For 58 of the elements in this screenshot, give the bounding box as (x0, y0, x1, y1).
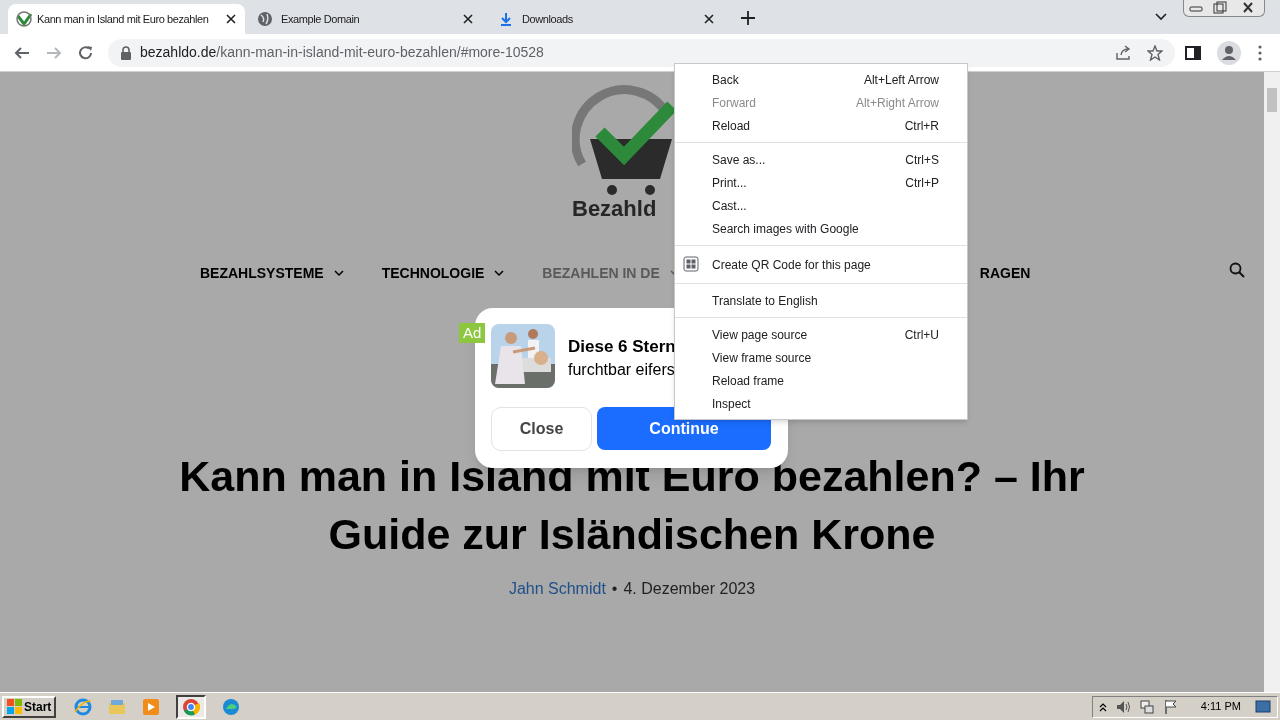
menu-item[interactable]: Save as... Ctrl+S (675, 148, 967, 171)
search-icon[interactable] (1229, 262, 1245, 278)
browser-tab[interactable]: Kann man in Island mit Euro bezahlen (8, 4, 245, 34)
lock-icon (120, 45, 132, 60)
tab-title: Kann man in Island mit Euro bezahlen (37, 11, 209, 27)
logo-text: Bezahld (572, 195, 658, 223)
browser-tab[interactable]: Example Domain (245, 4, 486, 34)
scrollbar[interactable] (1264, 72, 1280, 692)
menu-item[interactable]: Reload Ctrl+R (675, 114, 967, 137)
tab-title: Example Domain (281, 11, 360, 27)
menu-item[interactable]: Cast... (675, 194, 967, 217)
qr-code-icon (683, 256, 699, 272)
nav-link[interactable]: BEZAHLSYSTEME (200, 262, 344, 284)
chrome-icon (182, 697, 201, 716)
close-icon[interactable] (225, 13, 237, 25)
author-link[interactable]: Jahn Schmidt (508, 577, 606, 601)
browser-tab[interactable]: Downloads (486, 4, 727, 34)
side-panel-icon[interactable] (1185, 44, 1201, 61)
flag-icon[interactable] (1162, 698, 1179, 715)
menu-item[interactable]: Create QR Code for this page (675, 251, 967, 278)
nav-link[interactable]: TECHNOLOGIE (381, 262, 505, 284)
ad-title: Diese 6 Stern (568, 336, 676, 358)
ad-text: furchtbar eifers (568, 360, 675, 380)
post-date: 4. Dezember 2023 (623, 579, 756, 599)
address-text: bezahldo.de/kann-man-in-island-mit-euro-bezahlen/#more-10528 (140, 43, 544, 62)
close-icon[interactable] (462, 13, 474, 25)
windows-logo-icon (7, 699, 22, 714)
more-menu-icon[interactable] (1258, 44, 1262, 61)
show-hidden-icon[interactable] (1098, 701, 1107, 712)
network-icon[interactable] (1138, 698, 1155, 715)
globe-icon (257, 11, 273, 27)
tab-title: Downloads (522, 11, 573, 27)
check-logo-icon (16, 11, 32, 27)
back-icon[interactable] (14, 44, 30, 61)
close-button[interactable]: Close (491, 407, 592, 451)
start-button[interactable]: Start (2, 695, 57, 718)
menu-item[interactable]: Translate to English (675, 289, 967, 312)
new-tab-icon[interactable] (741, 11, 755, 25)
bookmark-star-icon[interactable] (1147, 44, 1163, 61)
menu-item[interactable]: Reload frame (675, 369, 967, 392)
menu-item[interactable]: Search images with Google (675, 217, 967, 240)
menu-item[interactable]: View frame source (675, 346, 967, 369)
ad-badge: Ad (459, 323, 486, 343)
chrome-taskbar-button[interactable] (176, 694, 207, 719)
share-icon[interactable] (1115, 44, 1131, 61)
menu-item[interactable]: Back Alt+Left Arrow (675, 68, 967, 91)
download-icon (498, 11, 514, 27)
clock-text: 4:11 PM (1200, 699, 1241, 715)
close-icon[interactable] (703, 13, 715, 25)
separator-dot: • (611, 579, 618, 599)
nav-link[interactable]: RAGEN (979, 262, 1031, 284)
menu-item[interactable]: View page source Ctrl+U (675, 323, 967, 346)
chevron-down-icon[interactable] (1155, 13, 1167, 21)
menu-item[interactable]: Print... Ctrl+P (675, 171, 967, 194)
reload-icon[interactable] (78, 44, 94, 61)
profile-icon[interactable] (1217, 40, 1241, 65)
show-desktop-icon[interactable] (1255, 698, 1271, 715)
address-bar[interactable]: bezahldo.de/kann-man-in-island-mit-euro-bezahlen/#more-10528 (108, 38, 1175, 67)
